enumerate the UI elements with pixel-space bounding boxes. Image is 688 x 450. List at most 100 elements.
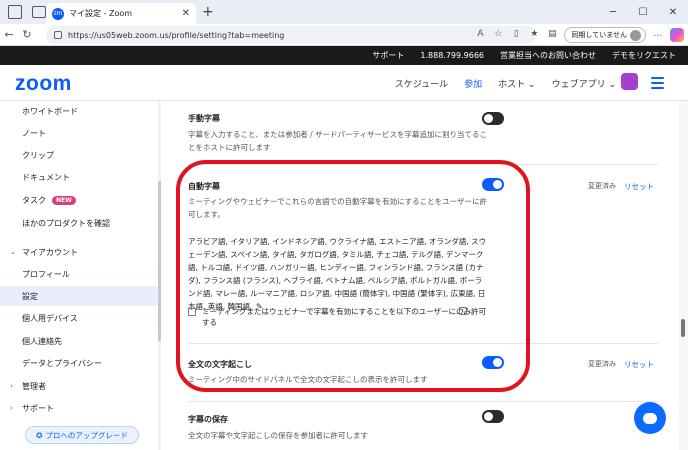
auto-caption-toggle[interactable] (482, 178, 504, 191)
zoom-logo[interactable]: zoom (15, 72, 72, 96)
tab-actions-icon[interactable] (32, 6, 46, 18)
chevron-down-icon: ⌄ (10, 248, 16, 256)
auto-caption-desc: ミーティングやウェビナーでこれらの言語での自動字幕を有効にすることをユーザーに許… (188, 197, 488, 219)
chat-support-button[interactable] (634, 402, 666, 434)
sidebar-item-label: ドキュメント (22, 172, 70, 182)
sidebar-item-label: サポート (22, 403, 54, 413)
sidebar-item-profile[interactable]: プロフィール (0, 264, 160, 284)
new-badge: NEW (52, 195, 76, 205)
minimize-icon[interactable]: ─ (598, 0, 628, 24)
phone-number[interactable]: 1.888.799.9666 (420, 51, 484, 60)
nav-host-label: ホスト (498, 80, 526, 90)
user-avatar[interactable] (621, 73, 638, 90)
full-transcript-modified-label: 変更済み (588, 360, 616, 368)
auto-caption-modified-label: 変更済み (588, 182, 616, 190)
sidebar-item-label: タスク (22, 195, 46, 205)
info-icon[interactable]: i (459, 307, 467, 315)
languages-list: アラビア語, イタリア語, インドネシア語, ウクライナ語, エストニア語, オ… (188, 237, 487, 311)
profile-sync-button[interactable]: 同期していません (564, 27, 646, 43)
sidebar-item-label: ほかのプロダクトを確認 (22, 218, 110, 228)
full-transcript-reset-link[interactable]: リセット (624, 359, 654, 370)
hamburger-menu-icon[interactable] (651, 77, 664, 92)
chevron-down-icon: ⌄ (608, 80, 616, 90)
browser-toolbar: A ☆ ▯ ★ ▤ 同期していません … (474, 27, 684, 43)
sidebar-item-label: プロフィール (22, 269, 70, 279)
sidebar-section-my-account[interactable]: ⌄ マイアカウント (0, 242, 160, 262)
split-screen-icon[interactable]: ▯ (510, 29, 522, 41)
sidebar-item-personal-contacts[interactable]: 個人連絡先 (0, 331, 160, 351)
auto-caption-restrict-row[interactable]: ミーティングまたはウェビナーで字幕を有効にすることを以下のユーザーにのみ許可する (188, 306, 488, 328)
tab-title: マイ設定 - Zoom (69, 9, 133, 18)
zoom-favicon-icon: zm (52, 7, 64, 20)
nav-web-app[interactable]: ウェブアプリ ⌄ (552, 77, 616, 90)
sidebar-item-label: データとプライバシー (22, 358, 102, 368)
sidebar-section-admin[interactable]: › 管理者 (0, 376, 160, 396)
address-bar-row: ← ↻ https://us05web.zoom.us/profile/sett… (0, 24, 688, 46)
support-link[interactable]: サポート (372, 50, 404, 61)
toggle-knob (484, 114, 493, 123)
chevron-down-icon: ⌄ (528, 80, 536, 90)
manual-caption-title: 手動字幕 (188, 114, 220, 123)
divider (188, 401, 658, 402)
sidebar-scrollbar[interactable] (158, 101, 161, 450)
auto-caption-title: 自動字幕 (188, 182, 220, 191)
sidebar-item-label: 設定 (22, 291, 38, 301)
auto-caption-reset-link[interactable]: リセット (624, 181, 654, 192)
nav-join[interactable]: 参加 (464, 77, 482, 90)
sidebar-item-clips[interactable]: クリップ (0, 145, 160, 165)
copilot-icon[interactable] (670, 28, 684, 42)
window-controls: ─ ☐ ✕ (598, 0, 688, 24)
sidebar-item-notes[interactable]: ノート (0, 123, 160, 143)
toggle-knob (484, 412, 493, 421)
sidebar-item-label: 管理者 (22, 381, 46, 391)
settings-main: 手動字幕 字幕を入力すること、または参加者 / サードパーティサービスを字幕追加… (162, 101, 678, 450)
refresh-icon[interactable]: ↻ (18, 28, 36, 41)
nav-host[interactable]: ホスト ⌄ (498, 77, 535, 90)
close-tab-icon[interactable]: ✕ (182, 8, 190, 19)
full-transcript-toggle[interactable] (482, 356, 504, 369)
sidebar-item-docs[interactable]: ドキュメント (0, 167, 160, 187)
back-icon[interactable]: ← (0, 28, 18, 41)
contact-sales-link[interactable]: 営業担当へのお問い合わせ (500, 50, 596, 61)
zoom-top-bar: サポート 1.888.799.9666 営業担当へのお問い合わせ デモをリクエス… (0, 46, 688, 65)
upgrade-button[interactable]: ✪ プロへのアップグレード (25, 426, 139, 444)
manual-caption-desc: 字幕を入力すること、または参加者 / サードパーティサービスを字幕追加に割り当て… (188, 130, 488, 152)
chat-bubble-icon (643, 412, 657, 424)
new-tab-button[interactable]: + (202, 4, 214, 20)
manual-caption-toggle[interactable] (482, 112, 504, 125)
nav-schedule[interactable]: スケジュール (395, 77, 448, 90)
main-scroll-thumb[interactable] (681, 319, 685, 337)
restrict-users-label: ミーティングまたはウェビナーで字幕を有効にすることを以下のユーザーにのみ許可する (202, 307, 487, 327)
nav-web-app-label: ウェブアプリ (551, 80, 606, 90)
window-menu-icon[interactable] (8, 5, 22, 19)
sidebar-item-whiteboard[interactable]: ホワイトボード (0, 101, 160, 121)
zoom-header: zoom スケジュール 参加 ホスト ⌄ ウェブアプリ ⌄ (0, 65, 688, 101)
sidebar-item-data-privacy[interactable]: データとプライバシー (0, 353, 160, 373)
lock-icon[interactable] (54, 31, 62, 39)
request-demo-link[interactable]: デモをリクエスト (612, 50, 676, 61)
chevron-right-icon: › (10, 382, 13, 390)
maximize-icon[interactable]: ☐ (628, 0, 658, 24)
collections-icon[interactable]: ▤ (546, 29, 558, 41)
full-transcript-desc: ミーティング中のサイドパネルで全文の文字起こしの表示を許可します (188, 375, 428, 384)
read-aloud-icon[interactable]: A (474, 29, 486, 41)
main-scrollbar[interactable] (678, 101, 688, 450)
sidebar-scroll-thumb[interactable] (158, 181, 161, 341)
url-field[interactable]: https://us05web.zoom.us/profile/setting?… (46, 26, 536, 44)
chevron-right-icon: › (10, 404, 13, 412)
favorite-star-icon[interactable]: ☆ (492, 29, 504, 41)
restrict-users-checkbox[interactable] (188, 308, 196, 316)
sidebar-section-support[interactable]: › サポート (0, 398, 160, 418)
favorites-icon[interactable]: ★ (528, 29, 540, 41)
more-options-icon[interactable]: … (652, 29, 664, 41)
sidebar-item-tasks[interactable]: タスク NEW (0, 190, 160, 210)
sidebar-item-personal-devices[interactable]: 個人用デバイス (0, 308, 160, 328)
sidebar-item-other-products[interactable]: ほかのプロダクトを確認 (0, 213, 160, 233)
close-window-icon[interactable]: ✕ (658, 0, 688, 24)
browser-tab[interactable]: zm マイ設定 - Zoom ✕ (46, 3, 196, 24)
sidebar-item-settings[interactable]: 設定 (0, 286, 160, 306)
sidebar-item-label: マイアカウント (22, 247, 78, 257)
sidebar-item-label: ホワイトボード (22, 106, 78, 116)
save-caption-toggle[interactable] (482, 410, 504, 423)
browser-tab-bar: zm マイ設定 - Zoom ✕ + ─ ☐ ✕ (0, 0, 688, 24)
